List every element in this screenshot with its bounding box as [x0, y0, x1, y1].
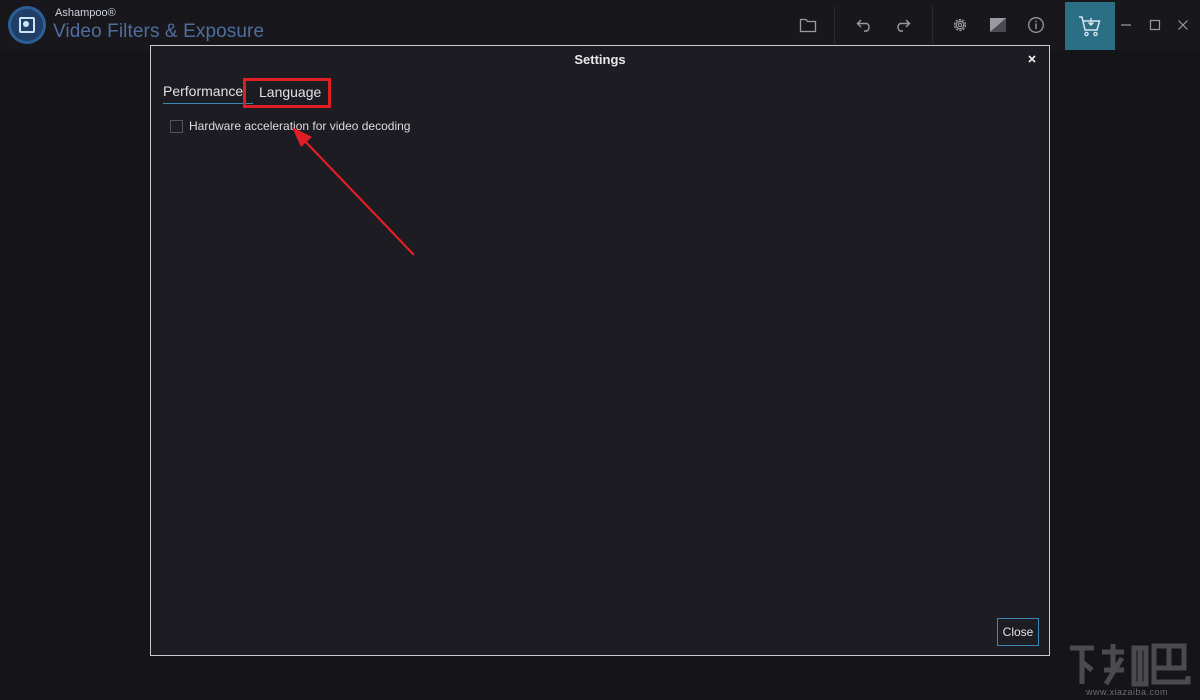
hardware-acceleration-option[interactable]: Hardware acceleration for video decoding [170, 119, 410, 133]
undo-button[interactable] [850, 10, 880, 40]
settings-dialog: Settings Performance Language Hardware a… [150, 45, 1050, 656]
title-bar: Ashampoo® Video Filters & Exposure [0, 0, 1200, 50]
toolbar-divider [834, 6, 835, 44]
app-logo [8, 6, 46, 44]
undo-icon [856, 19, 870, 32]
folder-icon [799, 18, 817, 33]
redo-icon [897, 19, 911, 32]
tab-performance[interactable]: Performance [163, 83, 253, 104]
minimize-button[interactable] [1111, 10, 1141, 40]
info-icon [1028, 17, 1044, 33]
app-window: Ashampoo® Video Filters & Exposure Setti… [0, 0, 1200, 700]
watermark-text: www.xiazaiba.com [1086, 687, 1169, 697]
settings-button[interactable] [945, 10, 975, 40]
compare-button[interactable] [983, 10, 1013, 40]
minimize-icon [1121, 24, 1131, 26]
hardware-acceleration-label: Hardware acceleration for video decoding [189, 119, 411, 133]
close-icon [1028, 55, 1036, 63]
open-folder-button[interactable] [793, 10, 823, 40]
maximize-button[interactable] [1140, 10, 1170, 40]
tab-language[interactable]: Language [259, 84, 321, 100]
maximize-icon [1149, 19, 1161, 31]
dialog-close-x-button[interactable] [1025, 52, 1039, 66]
logo-icon [19, 17, 35, 33]
shop-button[interactable] [1065, 2, 1115, 50]
compare-icon [990, 18, 1006, 32]
dialog-title: Settings [574, 52, 626, 67]
close-icon [1178, 20, 1188, 30]
gear-icon [953, 18, 967, 32]
app-title: Video Filters & Exposure [53, 21, 265, 42]
window-close-button[interactable] [1168, 10, 1198, 40]
redo-button[interactable] [887, 10, 917, 40]
brand-small-text: Ashampoo® [55, 7, 116, 19]
cart-icon [1079, 16, 1101, 37]
hardware-acceleration-checkbox[interactable] [170, 119, 183, 133]
info-button[interactable] [1021, 10, 1051, 40]
toolbar-divider [932, 6, 933, 44]
close-button[interactable]: Close [997, 618, 1039, 646]
